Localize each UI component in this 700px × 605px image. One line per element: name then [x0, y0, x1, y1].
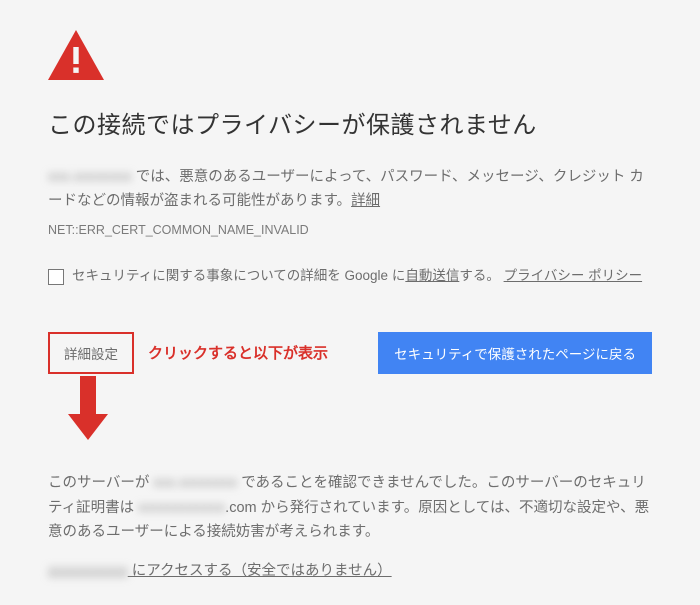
optin-post: する。 [459, 268, 500, 283]
proceed-row: xxxxxxxxxxx にアクセスする（安全ではありません） [48, 559, 652, 584]
advanced-details: このサーバーが xxx.xxxxxxxx であることを確認できませんでした。この… [48, 471, 652, 545]
redacted-domain: xxx.xxxxxxxx [48, 169, 132, 185]
learn-more-link[interactable]: 詳細 [351, 193, 380, 209]
proceed-link[interactable]: にアクセスする（安全ではありません） [128, 563, 392, 579]
details-text-1: このサーバーが [48, 475, 153, 491]
details-redacted-2: xxxxxxxxxxxx [138, 500, 225, 516]
down-arrow-annotation [68, 376, 652, 449]
details-redacted-1: xxx.xxxxxxxx [153, 475, 237, 491]
warning-triangle-icon [48, 30, 104, 80]
description-text: では、悪意のあるユーザーによって、パスワード、メッセージ、クレジット カードなど… [48, 169, 644, 210]
annotation-text: クリックすると以下が表示 [148, 341, 328, 367]
warning-icon-row [48, 30, 652, 80]
description: xxx.xxxxxxxx では、悪意のあるユーザーによって、パスワード、メッセー… [48, 165, 652, 214]
back-to-safety-button[interactable]: セキュリティで保護されたページに戻る [378, 332, 652, 374]
privacy-policy-link[interactable]: プライバシー ポリシー [504, 268, 642, 283]
optin-pre: セキュリティに関する事象についての詳細を Google に [72, 268, 405, 283]
optin-checkbox[interactable] [48, 269, 64, 285]
error-code: NET::ERR_CERT_COMMON_NAME_INVALID [48, 220, 652, 241]
page-heading: この接続ではプライバシーが保護されません [48, 106, 652, 147]
button-row: 詳細設定 クリックすると以下が表示 セキュリティで保護されたページに戻る [48, 332, 652, 374]
optin-text: セキュリティに関する事象についての詳細を Google に自動送信する。 プライ… [72, 265, 642, 288]
advanced-button[interactable]: 詳細設定 [48, 332, 134, 374]
down-arrow-icon [68, 376, 108, 440]
auto-send-link[interactable]: 自動送信 [405, 268, 459, 283]
proceed-redacted: xxxxxxxxxxx [48, 563, 128, 579]
optin-row: セキュリティに関する事象についての詳細を Google に自動送信する。 プライ… [48, 265, 652, 288]
